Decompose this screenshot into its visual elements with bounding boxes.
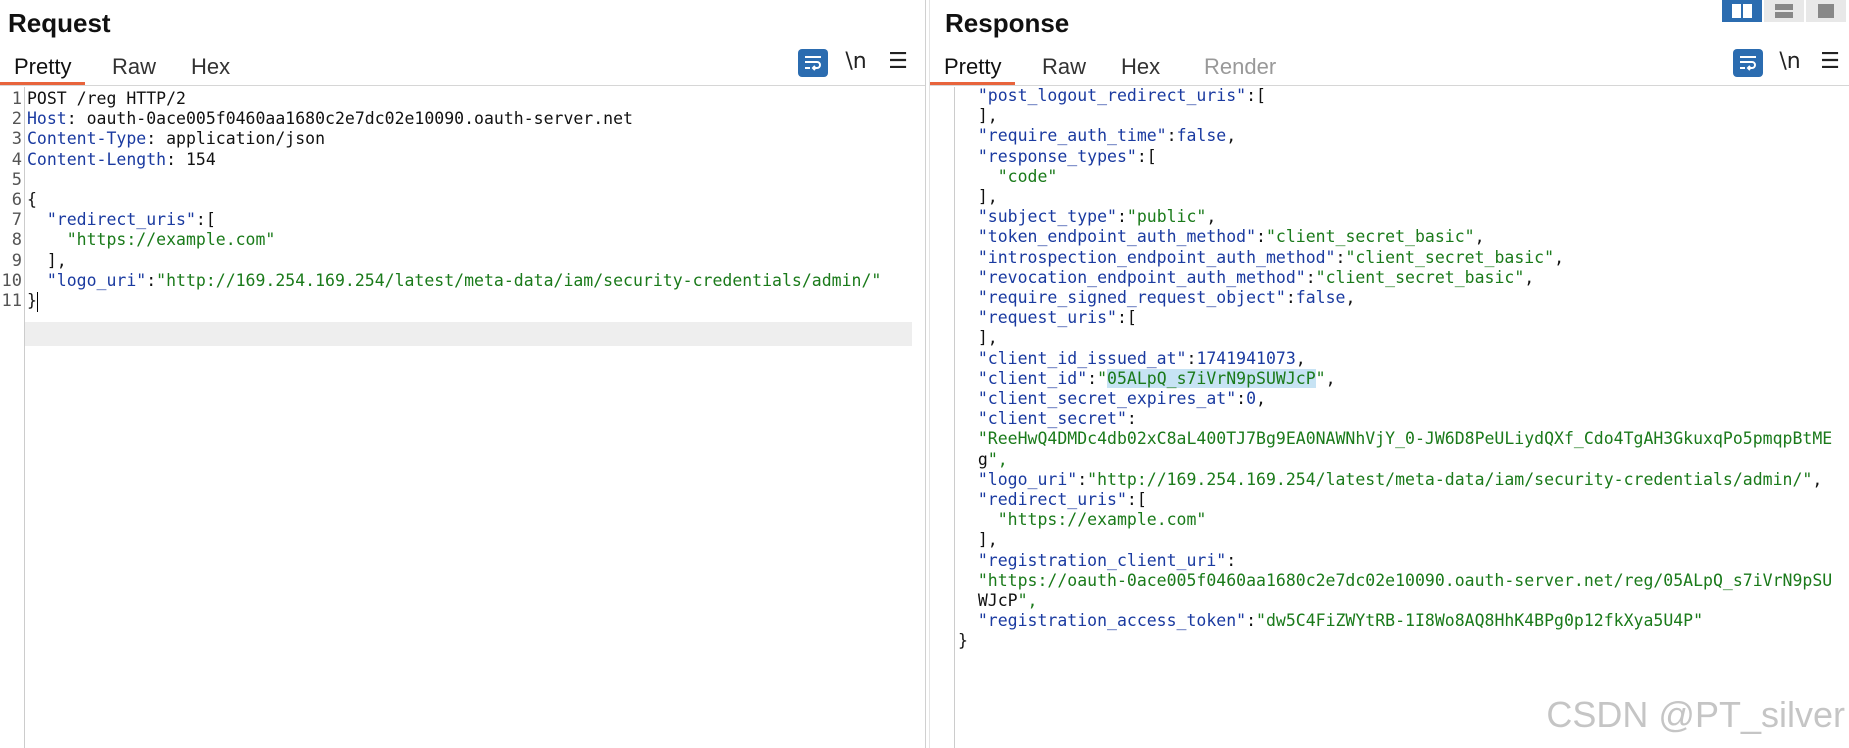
response-editor[interactable]: "post_logout_redirect_uris":[ ], "requir… — [930, 87, 1849, 748]
wrap-icon — [805, 56, 821, 71]
newline-toggle-button[interactable]: \n — [843, 47, 869, 77]
wrap-lines-button[interactable] — [1733, 49, 1763, 77]
tab-pretty[interactable]: Pretty — [0, 52, 86, 85]
request-panel: Request Pretty Raw Hex \n ☰ 1 POST /reg H… — [0, 0, 925, 748]
line-number: 7 — [11, 210, 22, 231]
request-tabs: Pretty Raw Hex — [0, 52, 925, 86]
current-line-highlight — [25, 322, 912, 346]
layout-tabs-icon[interactable] — [1806, 0, 1846, 22]
line-number: 4 — [11, 149, 22, 170]
tab-render[interactable]: Render — [1190, 52, 1290, 84]
tab-pretty[interactable]: Pretty — [930, 52, 1016, 85]
tab-raw[interactable]: Raw — [1028, 52, 1100, 84]
code-line: "https://oauth-0ace005f0460aa1680c2e7dc0… — [977, 570, 1833, 590]
code-line: "ReeHwQ4DMDc4db02xC8aL400TJ7Bg9EA0NAWNhV… — [977, 429, 1833, 449]
newline-toggle-button[interactable]: \n — [1777, 47, 1803, 77]
code-line: } — [958, 631, 968, 651]
line-number: 3 — [11, 129, 22, 150]
line-number: 9 — [11, 250, 22, 271]
response-tabs: Pretty Raw Hex Render — [930, 52, 1849, 86]
text-cursor — [36, 291, 38, 312]
tab-raw[interactable]: Raw — [98, 52, 170, 84]
line-number: 6 — [11, 190, 22, 210]
wrap-lines-button[interactable] — [798, 49, 828, 77]
line-number: 5 — [11, 169, 22, 190]
line-number: 11 — [1, 291, 22, 311]
code-line: "registration_access_token":"dw5C4FiZWYt… — [977, 611, 1704, 631]
request-title: Request — [8, 8, 111, 38]
menu-icon[interactable]: ☰ — [885, 47, 911, 77]
code-line: Content-Length: 154 — [27, 149, 216, 169]
request-editor[interactable]: 1 POST /reg HTTP/2 2 Host: oauth-0ace005f04… — [0, 87, 925, 748]
response-panel: Response Pretty Raw Hex Render \n ☰ "pos… — [930, 0, 1849, 748]
watermark: CSDN @PT_silver — [1546, 694, 1845, 735]
line-gutter — [930, 87, 955, 748]
wrap-icon — [1740, 56, 1756, 71]
layout-stacked-icon[interactable] — [1764, 0, 1804, 22]
line-number: 2 — [11, 109, 22, 130]
code-line: "post_logout_redirect_uris":[ — [977, 87, 1266, 105]
line-number: 10 — [1, 270, 22, 291]
response-title: Response — [945, 8, 1070, 38]
line-number: 1 — [11, 89, 22, 109]
line-number: 8 — [11, 230, 22, 251]
tab-hex[interactable]: Hex — [177, 52, 244, 84]
tab-hex[interactable]: Hex — [1107, 52, 1174, 84]
layout-toggle — [1719, 0, 1849, 22]
code-line: "logo_uri":"http://169.254.169.254/lates… — [46, 270, 882, 290]
layout-side-by-side-icon[interactable] — [1722, 0, 1762, 22]
code-line: } — [27, 291, 38, 312]
menu-icon[interactable]: ☰ — [1817, 47, 1843, 77]
